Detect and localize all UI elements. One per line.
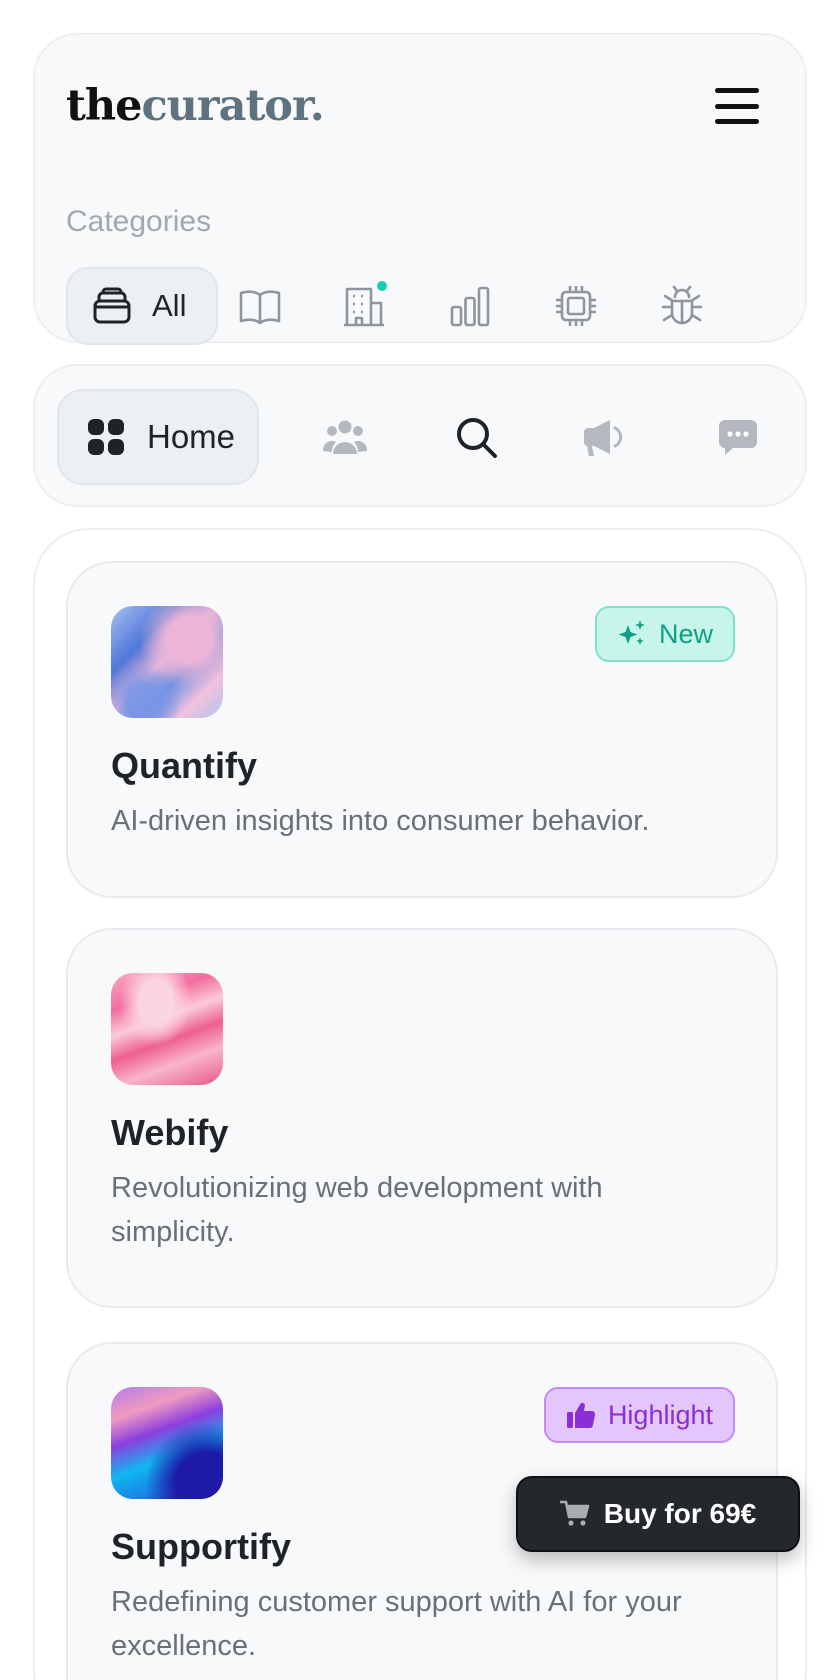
brand-logo-part2: curator.	[141, 81, 324, 131]
product-name: Webify	[111, 1112, 229, 1153]
badge-highlight: Highlight	[543, 1387, 735, 1443]
nav-home-label: Home	[147, 418, 236, 455]
nav-community-button[interactable]	[322, 414, 368, 460]
product-thumbnail	[111, 973, 223, 1085]
categories-label: Categories	[66, 205, 212, 238]
megaphone-icon	[583, 420, 623, 456]
product-card-webify[interactable]: Webify Revolutionizing web development w…	[66, 928, 778, 1308]
product-name: Quantify	[111, 745, 258, 786]
notification-dot	[375, 279, 389, 293]
nav-search-button[interactable]	[453, 414, 499, 460]
main-nav: Home	[33, 364, 807, 507]
product-card-quantify[interactable]: New Quantify AI-driven insights into con…	[66, 561, 778, 898]
sparkles-icon	[618, 620, 645, 645]
bug-icon	[661, 285, 703, 325]
search-icon	[457, 418, 497, 458]
product-name: Supportify	[111, 1526, 291, 1567]
book-icon	[239, 290, 281, 325]
stack-icon	[93, 287, 131, 324]
buy-button-label: Buy for 69€	[603, 1498, 757, 1529]
badge-highlight-label: Highlight	[607, 1399, 713, 1430]
category-bugs-button[interactable]	[659, 283, 705, 329]
nav-announcements-button[interactable]	[580, 414, 626, 460]
category-building-button[interactable]	[341, 279, 389, 329]
page: thecurator. Categories All Home New Quan…	[0, 0, 840, 1680]
product-description: Revolutionizing web development with sim…	[111, 1172, 603, 1248]
badge-new-label: New	[658, 618, 713, 649]
product-description: AI-driven insights into consumer behavio…	[111, 805, 650, 837]
product-description: Redefining customer support with AI for …	[111, 1586, 682, 1662]
thumbs-up-icon	[566, 1402, 595, 1428]
category-filter-row: All	[66, 267, 776, 347]
category-book-button[interactable]	[237, 283, 283, 329]
cpu-chip-icon	[556, 286, 596, 326]
nav-messages-button[interactable]	[715, 414, 761, 460]
brand-logo-part1: the	[66, 81, 142, 131]
category-tech-button[interactable]	[553, 283, 599, 329]
bar-chart-icon	[450, 286, 490, 327]
header-card: thecurator. Categories All	[33, 33, 807, 345]
category-all-label: All	[152, 288, 187, 323]
hamburger-menu-icon[interactable]	[715, 88, 759, 124]
category-analytics-button[interactable]	[447, 283, 493, 329]
users-icon	[322, 420, 368, 454]
nav-home-button[interactable]: Home	[57, 389, 259, 485]
chat-bubble-icon	[719, 420, 757, 455]
category-all-button[interactable]: All	[66, 267, 218, 345]
product-thumbnail	[111, 606, 223, 718]
brand-logo[interactable]: thecurator.	[66, 85, 325, 128]
badge-new: New	[594, 606, 735, 662]
grid-icon	[88, 419, 124, 455]
buy-button[interactable]: Buy for 69€	[516, 1476, 800, 1552]
cart-icon	[559, 1500, 590, 1526]
product-thumbnail	[111, 1387, 223, 1499]
